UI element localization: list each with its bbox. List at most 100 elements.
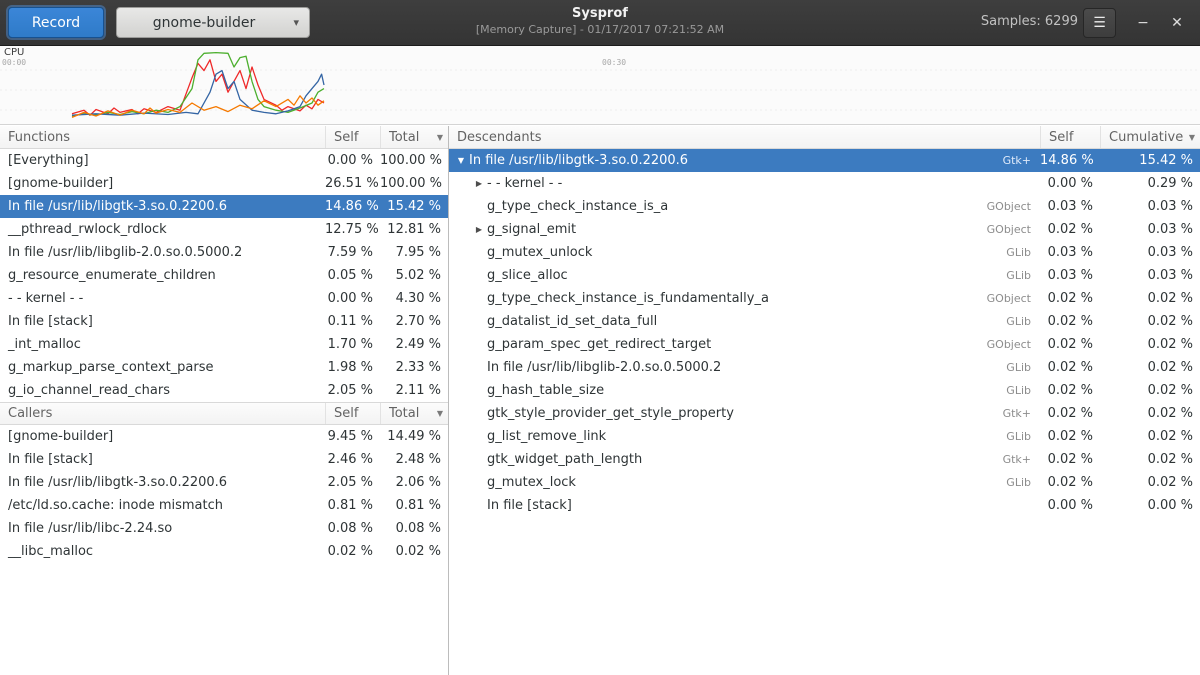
self-value: 0.03 % <box>1040 268 1100 283</box>
tree-name-cell: g_hash_table_sizeGLib <box>449 383 1040 398</box>
table-row[interactable]: In file [stack]2.46 %2.48 % <box>0 448 448 471</box>
tree-row[interactable]: g_param_spec_get_redirect_target GObject 0… <box>449 333 1200 356</box>
tree-row[interactable]: ▶g_signal_emitGObject0.02 %0.03 % <box>449 218 1200 241</box>
function-name: g_resource_enumerate_children <box>0 268 325 283</box>
expander-icon[interactable]: ▼ <box>453 156 469 165</box>
cpu-timeline[interactable]: CPU 00:00 00:30 <box>0 46 1200 125</box>
table-row[interactable]: __pthread_rwlock_rdlock12.75 %12.81 % <box>0 218 448 241</box>
expander-icon[interactable]: ▶ <box>471 179 487 188</box>
cpu-series-cpu-blue <box>72 71 324 116</box>
functions-table-body: [Everything]0.00 %100.00 %[gnome-builder… <box>0 149 448 402</box>
table-row[interactable]: In file /usr/lib/libglib-2.0.so.0.5000.2… <box>0 241 448 264</box>
process-selector-dropdown[interactable]: gnome-builder ▾ <box>116 7 310 38</box>
total-value: 0.02 % <box>380 544 448 559</box>
tree-row[interactable]: g_type_check_instance_is_aGObject0.03 %0… <box>449 195 1200 218</box>
record-button[interactable]: Record <box>8 7 104 38</box>
cumulative-value: 0.02 % <box>1100 291 1200 306</box>
column-header-total-label: Total <box>389 406 419 421</box>
function-name: g_type_check_instance_is_fundamentally_a <box>487 291 769 306</box>
right-panel: Descendants Self Cumulative ▼ ▼In file /… <box>449 126 1200 675</box>
cumulative-value: 0.03 % <box>1100 222 1200 237</box>
tree-row[interactable]: g_type_check_instance_is_fundamentally_a… <box>449 287 1200 310</box>
column-header-self[interactable]: Self <box>1040 126 1100 148</box>
tree-row[interactable]: ▼In file /usr/lib/libgtk-3.so.0.2200.6Gt… <box>449 149 1200 172</box>
column-header-self[interactable]: Self <box>325 403 380 424</box>
tree-name-cell: g_mutex_lockGLib <box>449 475 1040 490</box>
tree-row[interactable]: g_mutex_lockGLib0.02 %0.02 % <box>449 471 1200 494</box>
table-row[interactable]: g_io_channel_read_chars2.05 %2.11 % <box>0 379 448 402</box>
column-header-self[interactable]: Self <box>325 126 380 148</box>
table-row[interactable]: [gnome-builder]26.51 %100.00 % <box>0 172 448 195</box>
cumulative-value: 0.02 % <box>1100 314 1200 329</box>
table-row[interactable]: In file /usr/lib/libc-2.24.so0.08 %0.08 … <box>0 517 448 540</box>
cumulative-value: 0.02 % <box>1100 360 1200 375</box>
cumulative-value: 15.42 % <box>1100 153 1200 168</box>
menu-button[interactable]: ☰ <box>1083 8 1116 38</box>
table-row[interactable]: [Everything]0.00 %100.00 % <box>0 149 448 172</box>
cumulative-value: 0.00 % <box>1100 498 1200 513</box>
column-header-cumulative[interactable]: Cumulative ▼ <box>1100 126 1200 148</box>
tree-row[interactable]: In file /usr/lib/libglib-2.0.so.0.5000.2… <box>449 356 1200 379</box>
function-name: g_slice_alloc <box>487 268 568 283</box>
total-value: 2.48 % <box>380 452 448 467</box>
self-value: 26.51 % <box>325 176 380 191</box>
tree-name-cell: gtk_style_provider_get_style_propertyGtk… <box>449 406 1040 421</box>
library-badge: GObject <box>987 338 1040 351</box>
hamburger-icon: ☰ <box>1093 15 1106 31</box>
close-button[interactable]: ✕ <box>1162 8 1192 38</box>
tree-name-cell: ▶- - kernel - - <box>449 176 1040 191</box>
tree-row[interactable]: gtk_style_provider_get_style_propertyGtk… <box>449 402 1200 425</box>
cumulative-value: 0.03 % <box>1100 268 1200 283</box>
self-value: 12.75 % <box>325 222 380 237</box>
function-name: In file /usr/lib/libgtk-3.so.0.2200.6 <box>469 153 688 168</box>
function-name: _int_malloc <box>0 337 325 352</box>
column-header-descendants[interactable]: Descendants <box>449 126 1040 148</box>
tree-row[interactable]: g_hash_table_sizeGLib0.02 %0.02 % <box>449 379 1200 402</box>
column-header-callers[interactable]: Callers <box>0 403 325 424</box>
titlebar: Record gnome-builder ▾ Sysprof [Memory C… <box>0 0 1200 46</box>
tree-row[interactable]: g_slice_allocGLib0.03 %0.03 % <box>449 264 1200 287</box>
function-name: g_param_spec_get_redirect_target <box>487 337 711 352</box>
callers-table-body: [gnome-builder]9.45 %14.49 %In file [sta… <box>0 425 448 563</box>
table-row[interactable]: In file /usr/lib/libgtk-3.so.0.2200.62.0… <box>0 471 448 494</box>
tree-name-cell: In file [stack] <box>449 498 1040 513</box>
time-tick-start: 00:00 <box>2 58 26 67</box>
expander-icon[interactable]: ▶ <box>471 225 487 234</box>
cumulative-value: 0.03 % <box>1100 245 1200 260</box>
tree-row[interactable]: ▶- - kernel - -0.00 %0.29 % <box>449 172 1200 195</box>
left-panel: Functions Self Total ▼ [Everything]0.00 … <box>0 126 449 675</box>
column-header-total[interactable]: Total ▼ <box>380 126 448 148</box>
table-row[interactable]: _int_malloc1.70 %2.49 % <box>0 333 448 356</box>
tree-row[interactable]: gtk_widget_path_lengthGtk+0.02 %0.02 % <box>449 448 1200 471</box>
total-value: 2.06 % <box>380 475 448 490</box>
self-value: 14.86 % <box>325 199 380 214</box>
table-row[interactable]: In file [stack]0.11 %2.70 % <box>0 310 448 333</box>
descendants-header-row: Descendants Self Cumulative ▼ <box>449 126 1200 149</box>
table-row[interactable]: /etc/ld.so.cache: inode mismatch0.81 %0.… <box>0 494 448 517</box>
function-name: /etc/ld.so.cache: inode mismatch <box>0 498 325 513</box>
tree-row[interactable]: g_datalist_id_set_data_fullGLib0.02 %0.0… <box>449 310 1200 333</box>
column-header-functions[interactable]: Functions <box>0 126 325 148</box>
minimize-button[interactable]: − <box>1128 8 1158 38</box>
tree-row[interactable]: g_list_remove_linkGLib0.02 %0.02 % <box>449 425 1200 448</box>
table-row[interactable]: __libc_malloc0.02 %0.02 % <box>0 540 448 563</box>
table-row[interactable]: In file /usr/lib/libgtk-3.so.0.2200.614.… <box>0 195 448 218</box>
total-value: 0.81 % <box>380 498 448 513</box>
function-name: In file [stack] <box>0 452 325 467</box>
self-value: 9.45 % <box>325 429 380 444</box>
table-row[interactable]: - - kernel - -0.00 %4.30 % <box>0 287 448 310</box>
self-value: 0.02 % <box>1040 383 1100 398</box>
sort-indicator-icon: ▼ <box>437 409 448 418</box>
total-value: 12.81 % <box>380 222 448 237</box>
tree-name-cell: gtk_widget_path_lengthGtk+ <box>449 452 1040 467</box>
self-value: 7.59 % <box>325 245 380 260</box>
tree-row[interactable]: In file [stack]0.00 %0.00 % <box>449 494 1200 517</box>
cumulative-value: 0.02 % <box>1100 337 1200 352</box>
table-row[interactable]: [gnome-builder]9.45 %14.49 % <box>0 425 448 448</box>
total-value: 4.30 % <box>380 291 448 306</box>
tree-row[interactable]: g_mutex_unlockGLib0.03 %0.03 % <box>449 241 1200 264</box>
column-header-total[interactable]: Total ▼ <box>380 403 448 424</box>
table-row[interactable]: g_resource_enumerate_children0.05 %5.02 … <box>0 264 448 287</box>
table-row[interactable]: g_markup_parse_context_parse1.98 %2.33 % <box>0 356 448 379</box>
self-value: 0.00 % <box>1040 498 1100 513</box>
